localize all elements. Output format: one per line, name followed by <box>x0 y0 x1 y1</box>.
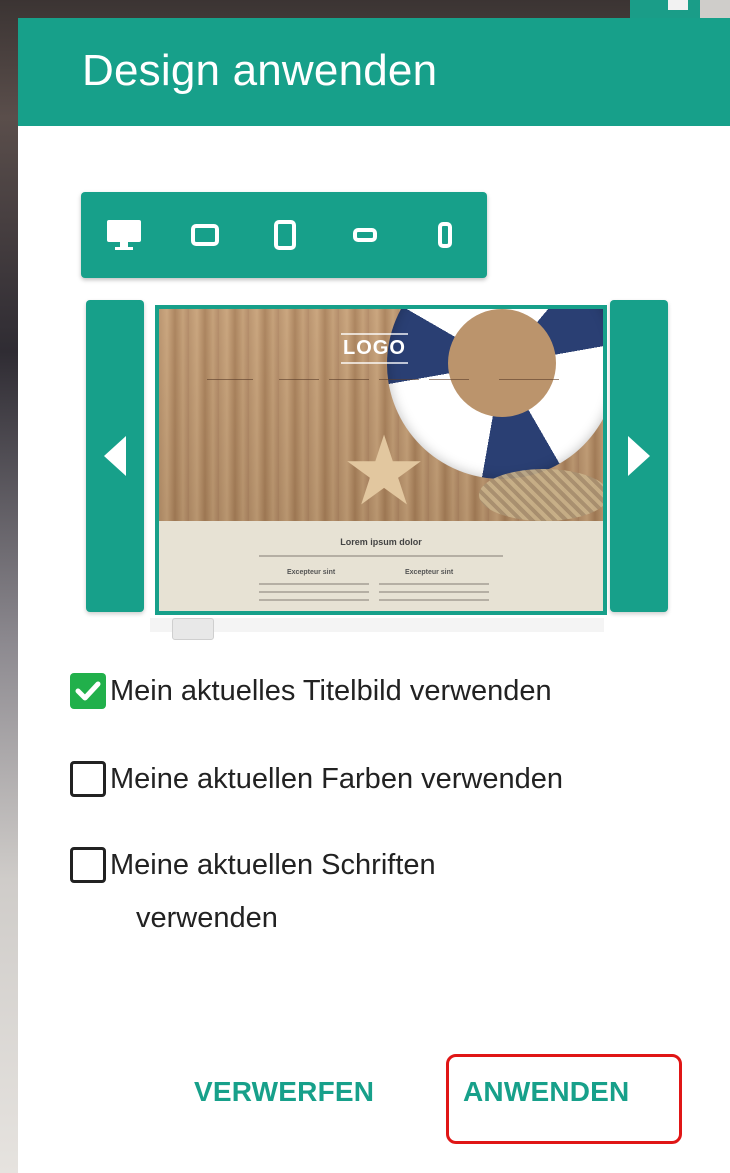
preview-text-line <box>379 599 489 601</box>
previous-design-button[interactable] <box>86 300 144 612</box>
preview-text-line <box>259 591 369 593</box>
dialog-header: Design anwenden <box>18 18 730 126</box>
phone-portrait-icon[interactable] <box>421 214 469 256</box>
checkbox-checked[interactable] <box>70 673 106 709</box>
desktop-icon[interactable] <box>99 214 149 256</box>
preview-text-line <box>379 591 489 593</box>
preview-lifebuoy-hole <box>448 309 556 417</box>
preview-scrollbar-thumb[interactable] <box>172 618 214 640</box>
preview-menu-item <box>499 379 559 380</box>
chevron-right-icon <box>628 436 650 476</box>
preview-menu-item <box>207 379 253 380</box>
dialog-title: Design anwenden <box>82 46 438 95</box>
preview-text-line <box>259 583 369 585</box>
phone-landscape-icon[interactable] <box>341 214 389 256</box>
device-toolbar <box>81 192 487 278</box>
preview-text-line <box>379 583 489 585</box>
preview-menu-item <box>379 379 419 380</box>
option-use-fonts[interactable]: Meine aktuellen Schriften <box>70 847 436 883</box>
preview-text-line <box>259 599 369 601</box>
preview-menu-item <box>429 379 469 380</box>
background-corner <box>630 0 700 18</box>
checkbox-unchecked[interactable] <box>70 761 106 797</box>
discard-button[interactable]: VERWERFEN <box>194 1076 374 1108</box>
option-label: Mein aktuelles Titelbild verwenden <box>110 675 552 707</box>
background-corner-mark <box>668 0 688 10</box>
preview-heading: Lorem ipsum dolor <box>340 537 422 547</box>
apply-button-highlight <box>446 1054 682 1144</box>
next-design-button[interactable] <box>610 300 668 612</box>
preview-starfish: ★ <box>340 418 428 525</box>
preview-menu-item <box>279 379 319 380</box>
preview-subheading-left: Excepteur sint <box>287 569 336 576</box>
preview-rope <box>479 469 603 521</box>
checkbox-unchecked[interactable] <box>70 847 106 883</box>
preview-logo: LOGO <box>341 333 408 364</box>
option-use-header-image[interactable]: Mein aktuelles Titelbild verwenden <box>70 673 552 709</box>
tablet-landscape-icon[interactable] <box>181 214 229 256</box>
checkmark-icon <box>75 681 101 701</box>
preview-text-line <box>259 555 503 557</box>
tablet-portrait-icon[interactable] <box>261 214 309 256</box>
option-label-continuation: verwenden <box>136 902 278 934</box>
preview-subheading-right: Excepteur sint <box>405 569 454 576</box>
preview-scrollbar[interactable] <box>150 618 604 632</box>
option-label: Meine aktuellen Schriften <box>110 849 436 881</box>
design-preview: ★ LOGO Lorem ipsum dolor Excepteur sint … <box>155 305 607 615</box>
option-use-colors[interactable]: Meine aktuellen Farben verwenden <box>70 761 563 797</box>
option-label: Meine aktuellen Farben verwenden <box>110 763 563 795</box>
apply-design-dialog: Design anwenden ★ LOGO Lorem ipsum dolor… <box>18 18 730 1173</box>
chevron-left-icon <box>104 436 126 476</box>
preview-content: Lorem ipsum dolor Excepteur sint Excepte… <box>159 521 603 611</box>
preview-menu-item <box>329 379 369 380</box>
